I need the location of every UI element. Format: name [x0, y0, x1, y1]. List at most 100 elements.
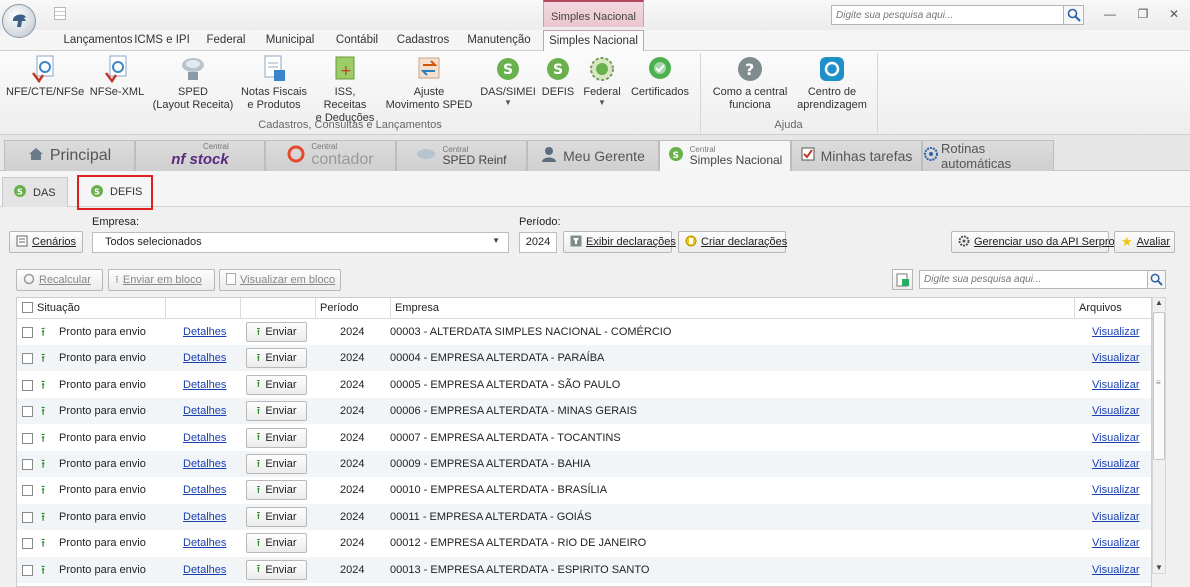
tab-principal[interactable]: Principal: [4, 140, 135, 171]
detalhes-link[interactable]: Detalhes: [183, 557, 226, 583]
nfse-xml-button[interactable]: NFSe-XML: [88, 55, 146, 99]
enviar-button[interactable]: ⭱ Enviar: [246, 374, 307, 395]
ribbon-tab-federal[interactable]: Federal: [203, 30, 249, 51]
table-row[interactable]: ⭱ Pronto para envio Detalhes ⭱ Enviar 2024 000…: [17, 530, 1151, 556]
gerenciar-api-serpro-button[interactable]: Gerenciar uso da API Serpro: [951, 231, 1115, 253]
enviar-button[interactable]: ⭱ Enviar: [246, 348, 307, 369]
enviar-button[interactable]: ⭱ Enviar: [246, 480, 307, 501]
notas-fiscais-button[interactable]: Notas Fiscais e Produtos: [240, 55, 308, 112]
grid-search-input[interactable]: [919, 270, 1148, 289]
visualizar-link[interactable]: Visualizar: [1092, 530, 1140, 556]
enviar-em-bloco-button[interactable]: ⭱ Enviar em bloco: [108, 269, 215, 291]
table-row[interactable]: ⭱ Pronto para envio Detalhes ⭱ Enviar 2024 000…: [17, 556, 1151, 583]
table-row[interactable]: ⭱ Pronto para envio Detalhes ⭱ Enviar 2024 000…: [17, 398, 1151, 425]
row-checkbox[interactable]: [22, 327, 33, 338]
visualizar-link[interactable]: Visualizar: [1092, 504, 1140, 530]
cenarios-button[interactable]: Cenários: [9, 231, 83, 253]
row-checkbox[interactable]: [22, 459, 33, 470]
exibir-declaracoes-button[interactable]: Exibir declarações: [563, 231, 676, 253]
subtab-das[interactable]: S DAS: [2, 177, 68, 207]
visualizar-link[interactable]: Visualizar: [1092, 398, 1140, 424]
detalhes-link[interactable]: Detalhes: [183, 425, 226, 451]
enviar-button[interactable]: ⭱ Enviar: [246, 401, 307, 422]
ribbon-tab-municipal[interactable]: Municipal: [260, 30, 320, 51]
detalhes-link[interactable]: Detalhes: [183, 319, 226, 345]
visualizar-link[interactable]: Visualizar: [1092, 425, 1140, 451]
header-empresa[interactable]: Empresa: [391, 298, 1075, 319]
table-row[interactable]: ⭱ Pronto para envio Detalhes ⭱ Enviar 2024 000…: [17, 503, 1151, 530]
ribbon-tab-cadastros[interactable]: Cadastros: [393, 30, 453, 51]
header-situacao[interactable]: Situação: [17, 298, 166, 319]
ribbon-tab-simples-nacional[interactable]: Simples Nacional: [543, 30, 644, 52]
search-icon[interactable]: [1147, 270, 1166, 289]
scrollbar-thumb[interactable]: ≡: [1153, 312, 1165, 460]
centro-de-aprendizagem-button[interactable]: Centro de aprendizagem: [796, 55, 868, 112]
row-checkbox[interactable]: [22, 353, 33, 365]
ribbon-tab-contabil[interactable]: Contábil: [330, 30, 384, 51]
defis-ribbon-button[interactable]: S DEFIS: [540, 55, 576, 99]
ajuste-movimento-button[interactable]: Ajuste Movimento SPED: [384, 55, 474, 112]
periodo-input[interactable]: 2024: [519, 232, 557, 253]
como-a-central-funciona-button[interactable]: ? Como a central funciona: [708, 55, 792, 112]
visualizar-em-bloco-button[interactable]: Visualizar em bloco: [219, 269, 341, 291]
visualizar-link[interactable]: Visualizar: [1092, 477, 1140, 503]
row-checkbox[interactable]: [22, 511, 33, 523]
row-checkbox[interactable]: [22, 538, 33, 550]
visualizar-link[interactable]: Visualizar: [1092, 451, 1140, 477]
visualizar-link[interactable]: Visualizar: [1092, 372, 1140, 398]
enviar-button[interactable]: ⭱ Enviar: [246, 454, 307, 474]
certificados-button[interactable]: Certificados: [628, 55, 692, 99]
table-row[interactable]: ⭱ Pronto para envio Detalhes ⭱ Enviar 2024 000…: [17, 372, 1151, 398]
row-checkbox[interactable]: [22, 564, 33, 576]
tab-sped-reinf[interactable]: Central SPED Reinf: [396, 140, 527, 171]
scroll-down-icon[interactable]: ▼: [1153, 563, 1165, 572]
export-excel-icon[interactable]: [892, 269, 913, 290]
recalcular-button[interactable]: Recalcular: [16, 269, 103, 291]
enviar-button[interactable]: ⭱ Enviar: [246, 533, 307, 554]
tab-simples-nacional[interactable]: S Central Simples Nacional: [659, 140, 791, 172]
iss-receitas-button[interactable]: + ISS, Receitas e Deduções: [312, 55, 378, 125]
app-logo-icon[interactable]: [2, 4, 36, 38]
minimize-icon[interactable]: —: [1099, 6, 1121, 22]
quick-access-icon[interactable]: [54, 7, 66, 20]
select-all-checkbox[interactable]: [22, 302, 33, 313]
detalhes-link[interactable]: Detalhes: [183, 477, 226, 503]
visualizar-link[interactable]: Visualizar: [1092, 557, 1140, 583]
header-arquivos[interactable]: Arquivos: [1075, 298, 1151, 319]
das-simei-button[interactable]: S DAS/SIMEI ▼: [478, 55, 538, 107]
table-row[interactable]: ⭱ Pronto para envio Detalhes ⭱ Enviar 2024 000…: [17, 345, 1151, 372]
federal-ribbon-button[interactable]: Federal ▼: [580, 55, 624, 107]
table-row[interactable]: ⭱ Pronto para envio Detalhes ⭱ Enviar 2024 000…: [17, 425, 1151, 451]
sped-button[interactable]: SPED (Layout Receita): [152, 55, 234, 112]
detalhes-link[interactable]: Detalhes: [183, 504, 226, 530]
row-checkbox[interactable]: [22, 432, 33, 444]
row-checkbox[interactable]: [22, 406, 33, 418]
table-row[interactable]: ⭱ Pronto para envio Detalhes ⭱ Enviar 2024 000…: [17, 319, 1151, 345]
search-icon[interactable]: [1063, 5, 1084, 25]
close-icon[interactable]: ✕: [1163, 6, 1185, 22]
detalhes-link[interactable]: Detalhes: [183, 451, 226, 477]
restore-icon[interactable]: ❐: [1132, 6, 1154, 22]
tab-contador[interactable]: Central contador: [265, 140, 396, 171]
header-periodo[interactable]: Período: [316, 298, 391, 319]
row-checkbox[interactable]: [22, 379, 33, 391]
detalhes-link[interactable]: Detalhes: [183, 398, 226, 424]
top-search-input[interactable]: [831, 5, 1064, 25]
tab-nfstock[interactable]: Central nf stock: [135, 140, 265, 171]
row-checkbox[interactable]: [22, 485, 33, 497]
ribbon-tab-manutencao[interactable]: Manutenção: [463, 30, 535, 51]
table-row[interactable]: ⭱ Pronto para envio Detalhes ⭱ Enviar 2024 000…: [17, 477, 1151, 503]
detalhes-link[interactable]: Detalhes: [183, 372, 226, 398]
tab-rotinas-automaticas[interactable]: Rotinas automáticas: [922, 140, 1054, 171]
enviar-button[interactable]: ⭱ Enviar: [246, 322, 307, 342]
detalhes-link[interactable]: Detalhes: [183, 530, 226, 556]
nfe-cte-nfse-button[interactable]: NFE/CTE/NFSe: [6, 55, 84, 99]
tab-minhas-tarefas[interactable]: Minhas tarefas: [791, 140, 922, 171]
scroll-up-icon[interactable]: ▲: [1153, 298, 1165, 307]
detalhes-link[interactable]: Detalhes: [183, 345, 226, 371]
ribbon-tab-icms-ipi[interactable]: ICMS e IPI: [131, 30, 193, 51]
tab-meu-gerente[interactable]: Meu Gerente: [527, 140, 659, 171]
visualizar-link[interactable]: Visualizar: [1092, 345, 1140, 371]
enviar-button[interactable]: ⭱ Enviar: [246, 506, 307, 527]
visualizar-link[interactable]: Visualizar: [1092, 319, 1140, 345]
